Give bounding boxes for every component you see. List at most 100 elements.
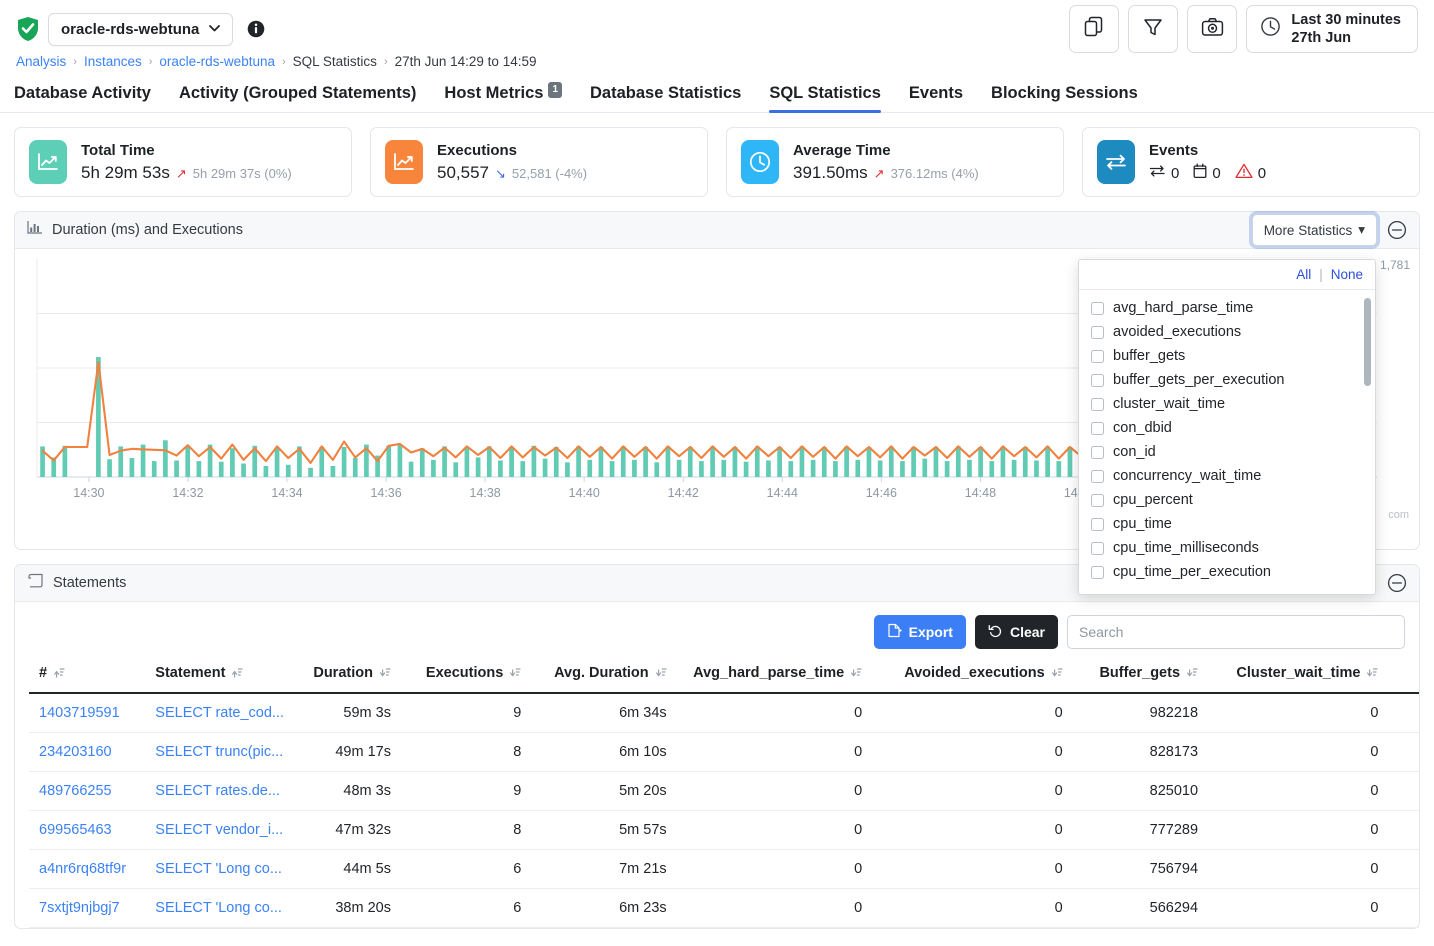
table-cell-link[interactable]: 699565463 <box>39 822 112 838</box>
table-row[interactable]: 1403719591 SELECT rate_cod... 59m 3s 9 6m 34… <box>29 693 1419 733</box>
collapse-chart-panel-button[interactable] <box>1387 220 1407 240</box>
table-cell-statement[interactable]: SELECT rate_cod... <box>145 693 296 733</box>
dropdown-option[interactable]: con_id <box>1079 440 1375 464</box>
dropdown-option-checkbox[interactable] <box>1091 493 1104 507</box>
dropdown-option[interactable]: concurrency_wait_time <box>1079 464 1375 488</box>
table-row[interactable]: 234203160 SELECT trunc(pic... 49m 17s 8 6m 1… <box>29 732 1419 772</box>
table-row[interactable]: 7sxtjt9njbgj7 SELECT 'Long co... 38m 20s 6 6… <box>29 888 1419 928</box>
table-column-header[interactable]: Buffer_gets <box>1072 659 1209 694</box>
sort-descending-icon[interactable] <box>1365 666 1379 683</box>
dropdown-option[interactable]: avoided_executions <box>1079 320 1375 344</box>
table-cell-id[interactable]: 7sxtjt9njbgj7 <box>29 888 146 928</box>
sort-descending-icon[interactable] <box>508 666 521 683</box>
tab-database-activity[interactable]: Database Activity <box>14 84 151 112</box>
dropdown-option[interactable]: cpu_percent <box>1079 488 1375 512</box>
filter-button[interactable] <box>1128 5 1179 53</box>
dropdown-option-checkbox[interactable] <box>1091 349 1104 363</box>
dropdown-scrollbar[interactable] <box>1364 294 1373 590</box>
sort-ascending-icon[interactable] <box>52 666 65 683</box>
table-column-header[interactable]: Avg. Duration <box>531 659 677 694</box>
sort-descending-icon[interactable] <box>378 666 391 683</box>
dropdown-option[interactable]: avg_hard_parse_time <box>1079 296 1375 320</box>
table-row[interactable]: a4nr6rq68tf9r SELECT 'Long co... 44m 5s 6 7m… <box>29 849 1419 889</box>
dropdown-scrollbar-thumb[interactable] <box>1364 298 1371 386</box>
dropdown-option-checkbox[interactable] <box>1091 397 1104 411</box>
select-none-link[interactable]: None <box>1331 267 1363 282</box>
table-column-header[interactable]: Avg_hard_parse_time <box>676 659 873 694</box>
dropdown-option[interactable]: cpu_time <box>1079 512 1375 536</box>
sort-descending-icon[interactable] <box>1185 666 1198 683</box>
info-icon[interactable] <box>247 20 265 38</box>
tab-events[interactable]: Events <box>909 84 963 112</box>
tab-sql-statistics[interactable]: SQL Statistics <box>769 84 881 113</box>
dropdown-option[interactable]: con_dbid <box>1079 416 1375 440</box>
tab-database-statistics[interactable]: Database Statistics <box>590 84 741 112</box>
dropdown-option-checkbox[interactable] <box>1091 517 1104 531</box>
table-cell-link[interactable]: 7sxtjt9njbgj7 <box>39 900 120 916</box>
table-column-header[interactable]: Executions <box>400 659 532 694</box>
table-column-header[interactable]: # <box>29 659 146 694</box>
table-cell-link[interactable]: SELECT vendor_i... <box>155 822 283 838</box>
table-cell-link[interactable]: SELECT rates.de... <box>155 783 280 799</box>
table-cell-link[interactable]: 1403719591 <box>39 705 120 721</box>
table-cell-id[interactable]: a4nr6rq68tf9r <box>29 849 146 889</box>
dropdown-option[interactable]: buffer_gets_per_execution <box>1079 368 1375 392</box>
copy-button[interactable] <box>1069 5 1120 53</box>
dropdown-option[interactable]: cluster_wait_time <box>1079 392 1375 416</box>
dropdown-option-checkbox[interactable] <box>1091 325 1104 339</box>
export-button[interactable]: Export <box>873 615 966 649</box>
dropdown-option[interactable]: buffer_gets <box>1079 344 1375 368</box>
dropdown-option[interactable]: cpu_time_milliseconds <box>1079 536 1375 560</box>
table-column-header[interactable]: Avoided_executions <box>872 659 1073 694</box>
dropdown-option-checkbox[interactable] <box>1091 421 1104 435</box>
screenshot-button[interactable] <box>1187 5 1238 53</box>
tab-blocking-sessions[interactable]: Blocking Sessions <box>991 84 1138 112</box>
table-cell-statement[interactable]: SELECT 'Long co... <box>145 888 296 928</box>
table-cell-link[interactable]: SELECT 'Long co... <box>155 861 282 877</box>
clear-button[interactable]: Clear <box>974 615 1058 649</box>
more-statistics-dropdown[interactable]: All | None avg_hard_parse_time avoided_ex… <box>1078 259 1376 595</box>
time-range-picker[interactable]: Last 30 minutes 27th Jun <box>1246 5 1418 53</box>
table-cell-id[interactable]: 489766255 <box>29 771 146 811</box>
table-cell-statement[interactable]: SELECT trunc(pic... <box>145 732 296 772</box>
collapse-statements-panel-button[interactable] <box>1387 573 1407 593</box>
table-column-header[interactable]: Statement <box>145 659 296 694</box>
more-statistics-button[interactable]: More Statistics ▾ <box>1251 214 1377 246</box>
table-row[interactable]: 489766255 SELECT rates.de... 48m 3s 9 5m 20s… <box>29 771 1419 811</box>
dropdown-option[interactable]: cpu_time_per_execution <box>1079 560 1375 584</box>
tab-host-metrics[interactable]: Host Metrics 1 <box>444 82 563 112</box>
dropdown-option-checkbox[interactable] <box>1091 541 1104 555</box>
table-cell-statement[interactable]: SELECT 'Long co... <box>145 849 296 889</box>
table-cell-link[interactable]: a4nr6rq68tf9r <box>39 861 126 877</box>
dropdown-option-checkbox[interactable] <box>1091 373 1104 387</box>
tab-activity-grouped-statements[interactable]: Activity (Grouped Statements) <box>179 84 416 112</box>
dropdown-option-checkbox[interactable] <box>1091 301 1104 315</box>
table-cell-link[interactable]: SELECT 'Long co... <box>155 900 282 916</box>
select-all-link[interactable]: All <box>1296 267 1311 282</box>
table-row[interactable]: 699565463 SELECT vendor_i... 47m 32s 8 5m 57… <box>29 810 1419 850</box>
search-input[interactable] <box>1067 615 1405 649</box>
sort-ascending-icon[interactable] <box>230 666 244 683</box>
table-cell-link[interactable]: SELECT trunc(pic... <box>155 744 283 760</box>
dropdown-option-checkbox[interactable] <box>1091 565 1104 579</box>
table-cell-statement[interactable]: SELECT rates.de... <box>145 771 296 811</box>
table-column-header[interactable]: Cluster_wait_time <box>1208 659 1389 694</box>
breadcrumb-item-instance[interactable]: oracle-rds-webtuna <box>159 54 275 69</box>
sort-descending-icon[interactable] <box>654 666 667 683</box>
table-cell-link[interactable]: 234203160 <box>39 744 112 760</box>
breadcrumb-item-analysis[interactable]: Analysis <box>16 54 66 69</box>
table-cell-id[interactable]: 699565463 <box>29 810 146 850</box>
table-cell-link[interactable]: 489766255 <box>39 783 112 799</box>
dropdown-option-checkbox[interactable] <box>1091 445 1104 459</box>
table-cell-id[interactable]: 1403719591 <box>29 693 146 733</box>
sort-descending-icon[interactable] <box>849 666 862 683</box>
table-cell-id[interactable]: 234203160 <box>29 732 146 772</box>
table-column-header[interactable]: Duration <box>295 659 401 694</box>
instance-selector[interactable]: oracle-rds-webtuna <box>48 12 234 46</box>
dropdown-option-list[interactable]: avg_hard_parse_time avoided_executions buf… <box>1079 290 1375 594</box>
table-column-header[interactable]: Co <box>1388 659 1419 694</box>
breadcrumb-item-instances[interactable]: Instances <box>84 54 142 69</box>
table-cell-link[interactable]: SELECT rate_cod... <box>155 705 284 721</box>
table-cell-statement[interactable]: SELECT vendor_i... <box>145 810 296 850</box>
sort-descending-icon[interactable] <box>1050 666 1063 683</box>
